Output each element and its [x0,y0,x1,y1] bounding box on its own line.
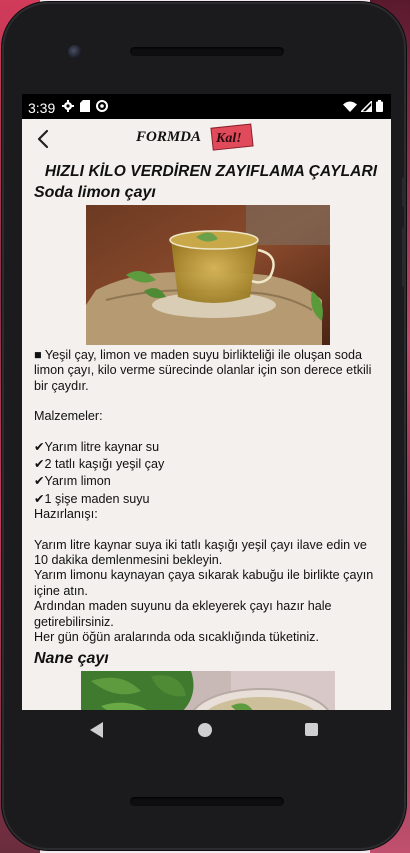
battery-icon [376,100,383,112]
section-title-soda-limon: Soda limon çayı [34,184,156,201]
section1-intro: ■ Yeşil çay, limon ve maden suyu birlikt… [34,348,372,393]
sd-card-icon [80,100,90,112]
toolbar: FORMDA Kal! [22,119,391,159]
app-logo: FORMDA Kal! [135,123,254,151]
article: HIZLI KİLO VERDİREN ZAYIFLAMA ÇAYLARI So… [34,163,382,710]
screen: 3:39 FORMDA Kal! HIZLI KİLO VERDİREN ZAY… [22,94,391,710]
back-button[interactable] [32,127,56,151]
ingredient-item: ✔Yarım litre kaynar su [34,439,160,454]
green-tea-image [86,205,330,345]
nav-home-button[interactable] [198,723,212,737]
nav-recents-button[interactable] [305,723,318,736]
preparation-label: Hazırlanışı: [34,507,98,522]
mint-tea-image [81,670,335,710]
gear-icon [62,100,74,112]
ingredient-item: ✔1 şişe maden suyu [34,491,150,506]
status-icons-left [62,100,108,112]
logo-text-accent: Kal! [215,131,242,146]
status-time: 3:39 [28,100,56,116]
status-bar: 3:39 [22,94,391,119]
signal-icon [361,100,372,112]
ingredient-item: ✔Yarım limon [34,474,111,489]
ingredients-label: Malzemeler: [34,409,103,424]
preparation-step: Her gün öğün aralarında oda sıcaklığında… [34,630,319,645]
volume-button [402,177,406,207]
section1-body: ■ Yeşil çay, limon ve maden suyu birlikt… [34,348,382,646]
section-title-nane: Nane çayı [34,649,109,667]
preparation-step: Yarım limonu kaynayan çaya sıkarak kabuğ… [34,568,374,598]
app-content: FORMDA Kal! HIZLI KİLO VERDİREN ZAYIFLAM… [22,119,391,710]
wifi-icon [343,101,357,112]
phone-frame: 3:39 FORMDA Kal! HIZLI KİLO VERDİREN ZAY… [2,2,406,850]
sync-icon [96,100,108,112]
nav-back-button[interactable] [90,722,104,738]
front-camera [68,45,82,59]
status-icons-right [343,100,383,112]
ingredient-item: ✔2 tatlı kaşığı yeşil çay [34,457,165,472]
power-button [402,227,406,287]
preparation-step: Ardından maden suyunu da ekleyerek çayı … [34,599,332,629]
article-title: HIZLI KİLO VERDİREN ZAYIFLAMA ÇAYLARI [44,163,378,180]
logo-text-main: FORMDA [135,129,201,145]
earpiece-speaker [130,47,284,56]
bottom-speaker [130,797,284,806]
preparation-step: Yarım litre kaynar suya iki tatlı kaşığı… [34,537,367,568]
